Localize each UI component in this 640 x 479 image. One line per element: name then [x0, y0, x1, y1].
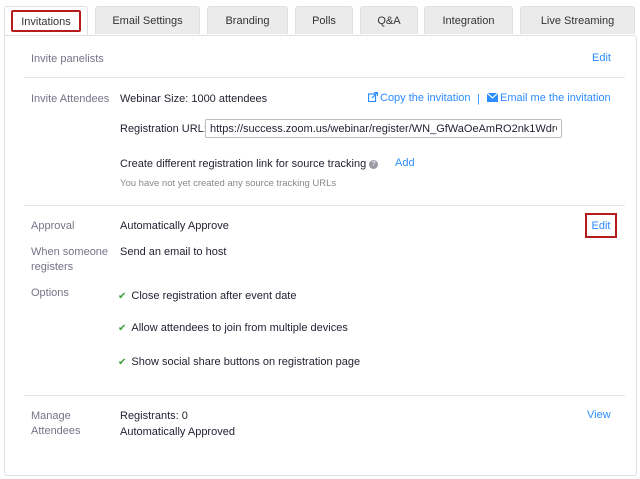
registrants-count: Registrants: 0: [120, 410, 188, 422]
registration-url-label: Registration URL:: [120, 123, 207, 135]
tab-qa[interactable]: Q&A: [360, 6, 418, 34]
add-source-tracking-link[interactable]: Add: [395, 157, 415, 169]
tab-label: Branding: [225, 14, 270, 27]
notify-label: When someone registers: [31, 246, 109, 273]
option-item: ✔ Show social share buttons on registrat…: [118, 356, 360, 368]
tab-email-settings[interactable]: Email Settings: [95, 6, 200, 34]
tab-label: Integration: [442, 14, 495, 27]
divider: [24, 77, 625, 78]
question-circle-icon[interactable]: ?: [369, 159, 379, 169]
approval-value: Automatically Approve: [120, 220, 229, 232]
divider: [24, 205, 625, 206]
option-label: Show social share buttons on registratio…: [131, 356, 361, 368]
invite-panelists-label: Invite panelists: [31, 53, 104, 65]
envelope-icon: [486, 92, 499, 102]
checkmark-icon: ✔: [118, 290, 127, 302]
tab-label: Email Settings: [112, 14, 183, 27]
invitations-panel: Invite panelists Edit Invite Attendees W…: [4, 35, 637, 476]
source-tracking-text: Create different registration link for s…: [120, 157, 379, 172]
webinar-size: Webinar Size: 1000 attendees: [120, 93, 268, 105]
invite-attendees-label: Invite Attendees: [31, 93, 110, 105]
option-label: Allow attendees to join from multiple de…: [131, 322, 348, 334]
approval-label: Approval: [31, 220, 75, 232]
notify-value: Send an email to host: [120, 246, 227, 258]
source-tracking-note: You have not yet created any source trac…: [120, 178, 337, 189]
manage-attendees-label: Manage Attendees: [31, 410, 81, 437]
source-tracking-label: Create different registration link for s…: [120, 158, 367, 170]
tab-live-streaming[interactable]: Live Streaming: [520, 6, 635, 34]
tab-label: Live Streaming: [540, 14, 615, 27]
option-item: ✔ Allow attendees to join from multiple …: [118, 322, 348, 334]
divider: [24, 395, 625, 396]
copy-invitation-label: Copy the invitation: [380, 92, 471, 104]
tab-invitations[interactable]: Invitations: [4, 6, 88, 36]
tab-label: Q&A: [377, 14, 401, 27]
view-attendees-link[interactable]: View: [587, 409, 611, 421]
approval-edit-link[interactable]: Edit: [585, 213, 617, 238]
checkmark-icon: ✔: [118, 356, 127, 368]
tab-label: Polls: [312, 14, 336, 27]
option-label: Close registration after event date: [131, 290, 297, 302]
tab-highlight: [11, 10, 81, 32]
link-separator: |: [477, 93, 480, 105]
copy-invitation-link[interactable]: Copy the invitation: [367, 91, 471, 104]
option-item: ✔ Close registration after event date: [118, 290, 296, 302]
approval-status: Automatically Approved: [120, 426, 235, 438]
email-invitation-label: Email me the invitation: [500, 92, 611, 104]
panelists-edit-link[interactable]: Edit: [592, 52, 611, 64]
tab-integration[interactable]: Integration: [424, 6, 513, 34]
checkmark-icon: ✔: [118, 322, 127, 334]
email-invitation-link[interactable]: Email me the invitation: [486, 92, 611, 104]
tab-polls[interactable]: Polls: [295, 6, 353, 34]
registration-url-field[interactable]: [205, 119, 562, 138]
tab-branding[interactable]: Branding: [207, 6, 288, 34]
options-label: Options: [31, 287, 69, 299]
external-link-icon: [367, 91, 379, 103]
